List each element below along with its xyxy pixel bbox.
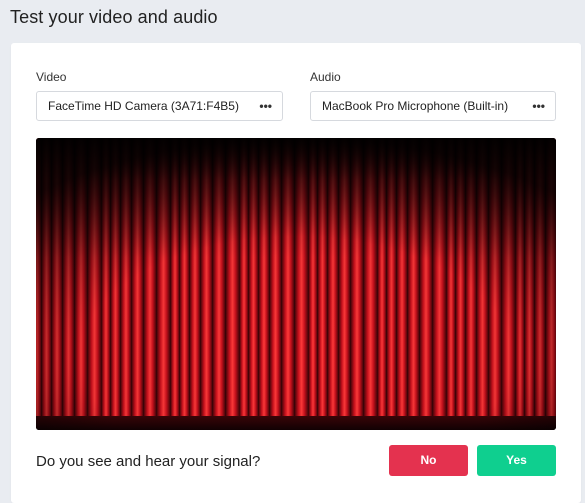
ellipsis-icon: ••• (532, 99, 545, 113)
audio-device-select[interactable]: MacBook Pro Microphone (Built-in) ••• (310, 91, 556, 121)
device-test-card: Video FaceTime HD Camera (3A71:F4B5) •••… (11, 43, 581, 503)
yes-button[interactable]: Yes (477, 445, 556, 476)
page-title: Test your video and audio (10, 7, 218, 27)
ellipsis-icon: ••• (259, 99, 272, 113)
no-button[interactable]: No (389, 445, 468, 476)
audio-label: Audio (310, 70, 341, 84)
video-device-select[interactable]: FaceTime HD Camera (3A71:F4B5) ••• (36, 91, 283, 121)
video-device-value: FaceTime HD Camera (3A71:F4B5) (48, 99, 239, 113)
video-label: Video (36, 70, 67, 84)
video-preview (36, 138, 556, 430)
audio-device-value: MacBook Pro Microphone (Built-in) (322, 99, 509, 113)
curtain-image (36, 138, 556, 430)
signal-question: Do you see and hear your signal? (36, 453, 261, 470)
